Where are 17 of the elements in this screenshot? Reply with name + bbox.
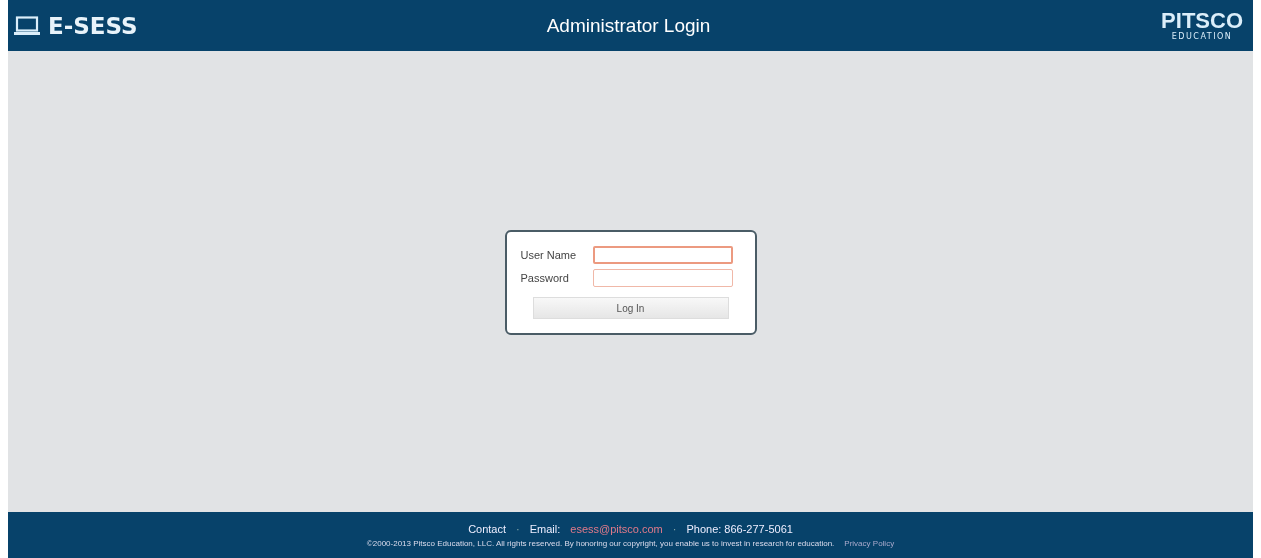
input-field[interactable] [592,269,733,287]
email-link[interactable]: esess@pitsco.com [570,522,663,535]
input-field[interactable] [592,246,733,264]
page-title: Administrator Login [545,14,712,37]
login-button[interactable]: Log In [532,297,729,319]
privacy-link[interactable]: Privacy Policy [844,538,895,548]
field-label: User Name [520,249,578,261]
copyright-text: ©2000-2013 Pitsco Education, LLC. All rights reserved. By honoring our copyright, you enable us to invest in research for education. [366,538,835,548]
field-label: Password [520,272,570,284]
laptop-icon [14,15,40,36]
app-name: E-SESS [48,12,138,39]
email-label: Email: [529,522,561,535]
separator: · [672,522,677,535]
contact-label: Contact [468,522,507,535]
separator: · [516,522,520,535]
company-logo: PITSCO EDUCATION [1161,10,1243,41]
phone-text: Phone: 866-277-5061 [686,522,793,535]
